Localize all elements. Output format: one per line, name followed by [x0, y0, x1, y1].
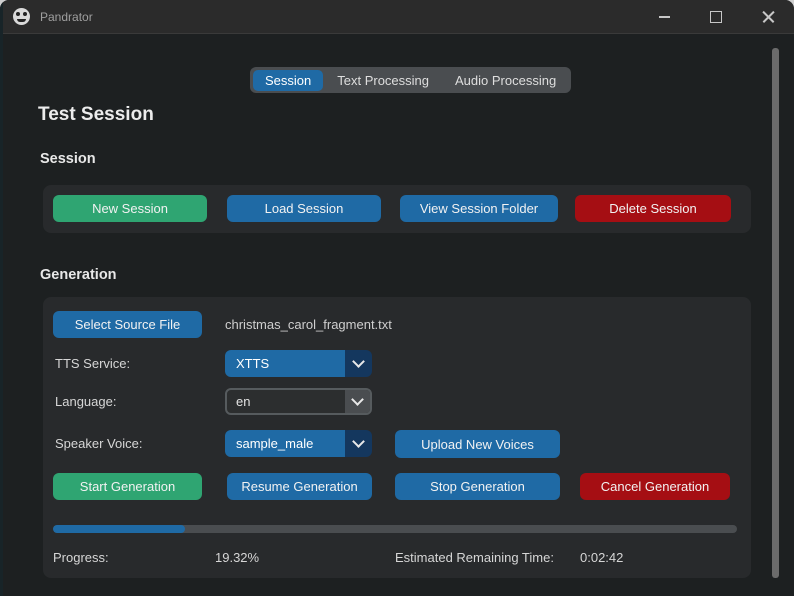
speaker-voice-value: sample_male — [225, 430, 345, 457]
speaker-voice-dropdown[interactable]: sample_male — [225, 430, 372, 457]
load-session-button[interactable]: Load Session — [227, 195, 381, 222]
language-dropdown[interactable]: en — [225, 388, 372, 415]
progress-bar-fill — [53, 525, 186, 533]
speaker-voice-chevron — [345, 430, 372, 457]
tab-text-processing[interactable]: Text Processing — [325, 70, 441, 91]
language-chevron — [345, 390, 370, 413]
app-window: Pandrator Session Text Processing Audio … — [0, 0, 794, 596]
chevron-down-icon — [352, 355, 365, 368]
minimize-icon — [658, 15, 670, 18]
window-controls — [638, 0, 794, 33]
progress-bar — [53, 525, 737, 533]
eta-value: 0:02:42 — [580, 550, 624, 565]
maximize-icon — [710, 10, 722, 23]
app-logo-icon — [13, 8, 30, 25]
chevron-down-icon — [351, 393, 364, 406]
tts-service-label: TTS Service: — [55, 356, 131, 371]
window-title: Pandrator — [40, 9, 93, 24]
start-generation-button[interactable]: Start Generation — [53, 473, 202, 500]
language-value: en — [236, 394, 251, 409]
resume-generation-button[interactable]: Resume Generation — [227, 473, 372, 500]
source-file-name: christmas_carol_fragment.txt — [225, 317, 392, 332]
maximize-button[interactable] — [690, 0, 742, 33]
generation-panel: Select Source File christmas_carol_fragm… — [43, 297, 751, 578]
page-title: Test Session — [38, 104, 154, 125]
upload-new-voices-button[interactable]: Upload New Voices — [395, 430, 560, 458]
progress-label: Progress: — [53, 550, 109, 565]
tts-service-value: XTTS — [225, 350, 345, 377]
progress-percent: 19.32% — [215, 550, 260, 565]
close-icon — [762, 10, 775, 23]
chevron-down-icon — [352, 435, 365, 448]
vertical-scrollbar-thumb[interactable] — [772, 48, 779, 578]
session-panel: New Session Load Session View Session Fo… — [43, 185, 751, 233]
delete-session-button[interactable]: Delete Session — [575, 195, 731, 222]
eta-label: Estimated Remaining Time: — [395, 550, 554, 565]
generation-heading: Generation — [40, 267, 117, 283]
minimize-button[interactable] — [638, 0, 690, 33]
close-button[interactable] — [742, 0, 794, 33]
speaker-voice-label: Speaker Voice: — [55, 436, 143, 451]
select-source-file-button[interactable]: Select Source File — [53, 311, 202, 338]
language-label: Language: — [55, 394, 117, 409]
view-session-folder-button[interactable]: View Session Folder — [400, 195, 558, 222]
session-heading: Session — [40, 151, 96, 167]
stop-generation-button[interactable]: Stop Generation — [395, 473, 560, 500]
tts-service-chevron — [345, 350, 372, 377]
cancel-generation-button[interactable]: Cancel Generation — [580, 473, 730, 500]
tab-bar: Session Text Processing Audio Processing — [250, 67, 572, 93]
new-session-button[interactable]: New Session — [53, 195, 207, 222]
tts-service-dropdown[interactable]: XTTS — [225, 350, 372, 377]
tab-session[interactable]: Session — [253, 69, 324, 91]
title-bar: Pandrator — [0, 0, 794, 34]
tab-audio-processing[interactable]: Audio Processing — [443, 70, 568, 91]
